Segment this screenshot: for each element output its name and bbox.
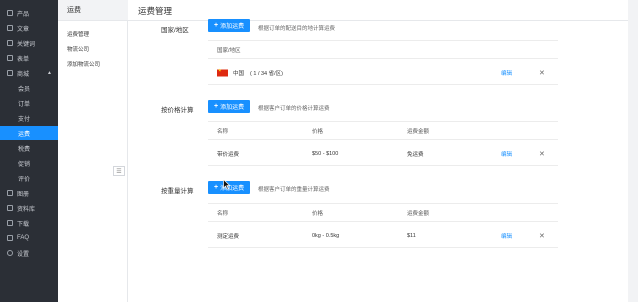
page-header: 运费管理 <box>128 0 638 21</box>
rate-name: 带价运费 <box>217 151 240 158</box>
nav-item-label: 文章 <box>17 26 30 33</box>
column-header: 名称 <box>217 128 229 135</box>
subnav-item-shipping-management[interactable]: 运费管理 <box>67 30 89 38</box>
region-name: 中国 <box>233 70 245 77</box>
main-content: 运费管理 国家/地区 + 添加运费 根据订单的配送目的地计算运费 国家/地区 中… <box>128 0 638 302</box>
column-header: 国家/地区 <box>217 47 241 54</box>
chevron-up-icon: ▲ <box>47 70 52 76</box>
nav-item-label: 下载 <box>17 221 30 228</box>
nav-item-article[interactable]: 文章 <box>0 21 58 35</box>
price-section-label: 按价格计算 <box>161 107 194 114</box>
subnav-item-add-logistics-company[interactable]: 添加物流公司 <box>67 60 100 68</box>
price-hint: 根据客户订单的价格计算运费 <box>258 106 330 112</box>
nav-item-label: 表单 <box>17 56 30 63</box>
form-icon <box>7 55 13 61</box>
secondary-sidebar: 运费 运费管理 物流公司 添加物流公司 <box>58 0 128 302</box>
plus-icon: + <box>214 22 219 29</box>
shipping-card: 国家/地区 + 添加运费 根据订单的配送目的地计算运费 国家/地区 中国 ( 1… <box>128 19 628 302</box>
shop-icon <box>7 70 13 76</box>
collapse-sidebar-button[interactable]: ☰ <box>113 166 125 176</box>
main-sidebar: 产品 文章 关键词 表单 商城 ▲ 会员 订单 支付 运费 税费 促销 评价 图… <box>0 0 58 302</box>
nav-item-settings[interactable]: 设置 <box>0 246 58 260</box>
nav-item-label: 图册 <box>17 191 30 198</box>
nav-item-shop[interactable]: 商城 ▲ <box>0 66 58 80</box>
scrollbar[interactable] <box>628 0 638 302</box>
column-header: 价格 <box>312 210 324 217</box>
app-window: 产品 文章 关键词 表单 商城 ▲ 会员 订单 支付 运费 税费 促销 评价 图… <box>0 0 638 302</box>
nav-sub-tax[interactable]: 税费 <box>0 141 58 155</box>
nav-sub-review[interactable]: 评价 <box>0 171 58 185</box>
nav-sub-promotion[interactable]: 促销 <box>0 156 58 170</box>
subnav-title: 运费 <box>58 0 128 21</box>
weight-hint: 根据客户订单的重量计算运费 <box>258 187 330 193</box>
close-icon[interactable]: ✕ <box>539 69 545 77</box>
column-header: 价格 <box>312 128 324 135</box>
price-table-header: 名称 价格 运费金额 <box>208 121 558 140</box>
rate-fee: $11 <box>407 232 416 239</box>
rate-fee: 免运费 <box>407 151 424 158</box>
article-icon <box>7 25 13 31</box>
weight-table-header: 名称 价格 运费金额 <box>208 203 558 222</box>
nav-item-label: 产品 <box>17 11 30 18</box>
region-table-header: 国家/地区 <box>208 40 558 59</box>
faq-icon <box>7 235 13 241</box>
nav-item-label: 资料库 <box>17 206 36 213</box>
column-header: 运费金额 <box>407 210 430 217</box>
plus-icon: + <box>214 184 219 191</box>
column-header: 运费金额 <box>407 128 430 135</box>
nav-item-library[interactable]: 资料库 <box>0 201 58 215</box>
settings-icon <box>7 250 13 256</box>
plus-icon: + <box>214 103 219 110</box>
nav-item-keyword[interactable]: 关键词 <box>0 36 58 50</box>
region-section-label: 国家/地区 <box>161 27 189 34</box>
add-price-shipping-button[interactable]: + 添加运费 <box>208 100 251 113</box>
gallery-icon <box>7 190 13 196</box>
add-region-shipping-button[interactable]: + 添加运费 <box>208 19 251 32</box>
close-icon[interactable]: ✕ <box>539 150 545 158</box>
button-label: 添加运费 <box>220 105 245 111</box>
nav-sub-payment[interactable]: 支付 <box>0 111 58 125</box>
column-header: 名称 <box>217 210 229 217</box>
table-row: 中国 ( 1 / 34 省/区) 编辑 ✕ <box>208 61 558 85</box>
region-hint: 根据订单的配送目的地计算运费 <box>258 26 336 32</box>
nav-item-form[interactable]: 表单 <box>0 51 58 65</box>
region-count: ( 1 / 34 省/区) <box>250 70 284 77</box>
library-icon <box>7 205 13 211</box>
edit-link[interactable]: 编辑 <box>501 232 512 240</box>
nav-item-label: 关键词 <box>17 41 36 48</box>
nav-item-faq[interactable]: FAQ <box>0 231 58 245</box>
keyword-icon <box>7 40 13 46</box>
nav-sub-order[interactable]: 订单 <box>0 96 58 110</box>
download-icon <box>7 220 13 226</box>
subnav-item-logistics-company[interactable]: 物流公司 <box>67 45 89 53</box>
nav-item-product[interactable]: 产品 <box>0 6 58 20</box>
page-title: 运费管理 <box>138 6 173 16</box>
close-icon[interactable]: ✕ <box>539 232 545 240</box>
weight-section-label: 按重量计算 <box>161 188 194 195</box>
china-flag-icon <box>217 67 228 76</box>
rate-range: 0kg - 0.5kg <box>312 232 340 239</box>
edit-link[interactable]: 编辑 <box>501 69 512 77</box>
nav-item-label: 商城 <box>17 71 30 78</box>
rate-range: $50 - $100 <box>312 150 339 157</box>
table-row: 带价运费 $50 - $100 免运费 编辑 ✕ <box>208 142 558 166</box>
nav-item-label: 设置 <box>17 251 30 258</box>
mouse-cursor-icon <box>223 179 231 190</box>
nav-item-gallery[interactable]: 图册 <box>0 186 58 200</box>
product-icon <box>7 10 13 16</box>
button-label: 添加运费 <box>220 24 245 30</box>
nav-item-label: FAQ <box>17 235 30 241</box>
nav-sub-member[interactable]: 会员 <box>0 81 58 95</box>
nav-sub-shipping[interactable]: 运费 <box>0 126 58 140</box>
rate-name: 测定运费 <box>217 233 240 240</box>
nav-item-download[interactable]: 下载 <box>0 216 58 230</box>
table-row: 测定运费 0kg - 0.5kg $11 编辑 ✕ <box>208 224 558 248</box>
edit-link[interactable]: 编辑 <box>501 150 512 158</box>
